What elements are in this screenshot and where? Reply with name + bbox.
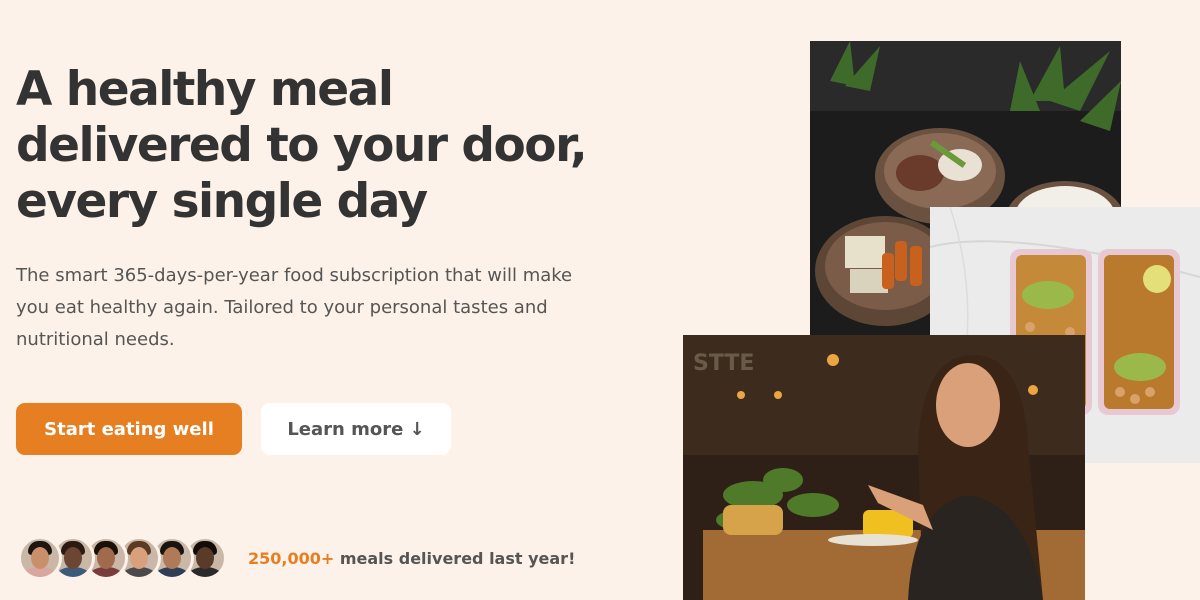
- meals-delivered-count: 250,000+: [248, 548, 335, 568]
- customer-avatar: [18, 536, 62, 580]
- learn-more-button[interactable]: Learn more ↓: [261, 403, 451, 455]
- hero-section: A healthy meal delivered to your door, e…: [16, 62, 656, 356]
- customer-avatars: [18, 536, 227, 580]
- svg-text:STTE: STTE: [693, 351, 754, 376]
- woman-eating-photo: STTE: [683, 335, 1085, 600]
- hero-description: The smart 365-days-per-year food subscri…: [16, 265, 573, 350]
- meals-delivered-section: 250,000+ meals delivered last year!: [18, 536, 575, 580]
- meals-delivered-label: meals delivered last year!: [334, 548, 576, 568]
- meals-delivered-text: 250,000+ meals delivered last year!: [248, 549, 575, 568]
- start-eating-well-button[interactable]: Start eating well: [16, 403, 242, 455]
- hero-title: A healthy meal delivered to your door, e…: [16, 62, 588, 229]
